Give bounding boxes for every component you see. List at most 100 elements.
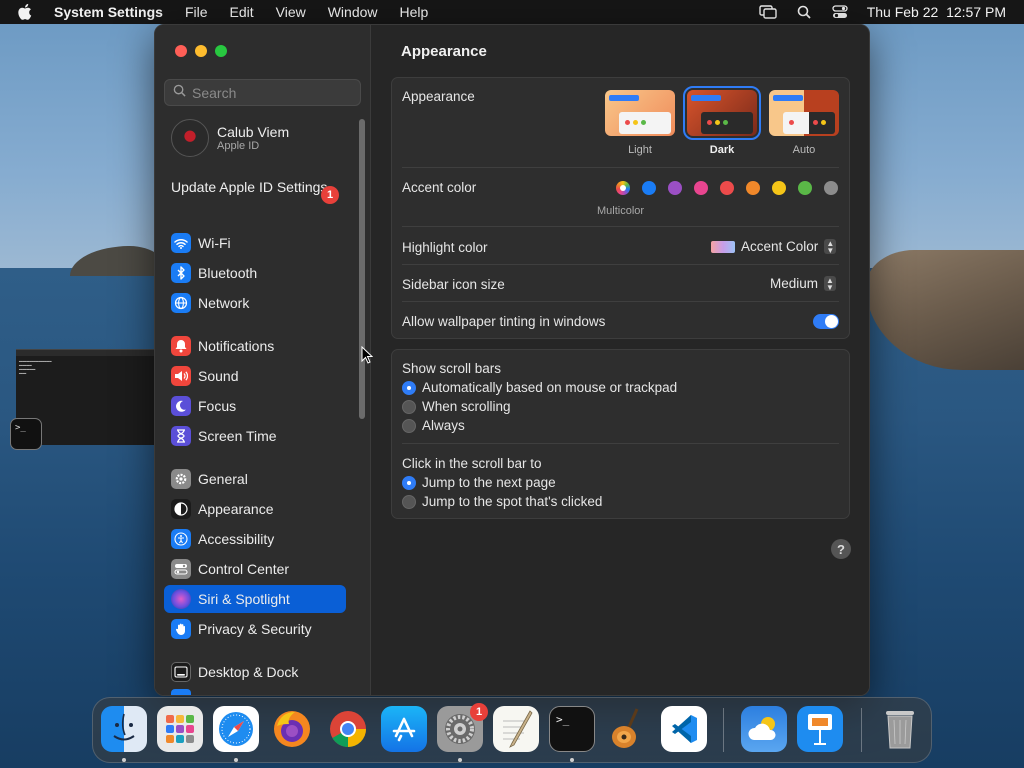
- scroll-bars-always-option[interactable]: Always: [402, 418, 465, 433]
- radio-unselected[interactable]: [402, 494, 416, 509]
- safari-icon[interactable]: [213, 706, 259, 752]
- firefox-icon[interactable]: [269, 706, 315, 752]
- menu-clock[interactable]: Thu Feb 22 12:57 PM: [867, 4, 1006, 20]
- speaker-icon: [171, 366, 191, 386]
- accent-purple-swatch[interactable]: [668, 181, 682, 195]
- garageband-icon[interactable]: [605, 706, 651, 752]
- help-button[interactable]: ?: [831, 539, 851, 559]
- radio-label: Jump to the spot that's clicked: [422, 494, 603, 509]
- radio-unselected[interactable]: [402, 418, 416, 433]
- toggles-icon: [171, 559, 191, 579]
- app-store-icon[interactable]: [381, 706, 427, 752]
- sidebar-item-siri-spotlight[interactable]: Siri & Spotlight: [164, 585, 346, 613]
- radio-selected[interactable]: [402, 380, 416, 395]
- gear-icon: [171, 469, 191, 489]
- accent-green-swatch[interactable]: [798, 181, 812, 195]
- sidebar-scrollbar[interactable]: [359, 119, 365, 419]
- appearance-auto-option[interactable]: [769, 90, 839, 136]
- sidebar-icon-size-label: Sidebar icon size: [402, 277, 505, 292]
- sidebar-item-wifi[interactable]: Wi-Fi: [164, 229, 346, 257]
- apple-menu-icon[interactable]: [18, 3, 36, 21]
- weather-icon[interactable]: [741, 706, 787, 752]
- appearance-light-caption: Light: [628, 144, 652, 156]
- menu-help[interactable]: Help: [400, 4, 429, 20]
- divider: [402, 226, 839, 227]
- sidebar-item-label: Screen Time: [198, 428, 277, 444]
- bluetooth-icon: [171, 263, 191, 283]
- appearance-label: Appearance: [402, 89, 475, 104]
- sidebar-item-privacy-security[interactable]: Privacy & Security: [164, 615, 346, 643]
- divider: [402, 443, 839, 444]
- sidebar-item-label: Siri & Spotlight: [198, 591, 290, 607]
- menu-edit[interactable]: Edit: [230, 4, 254, 20]
- terminal-text: ▂▂▂▂▂▂▂▂▂▂▂▂▂▂▂▂▂▂ ▂▂▂▂▂▂▂ ▂▂▂▂▂▂▂▂▂ ▂▂▂▂: [19, 358, 52, 374]
- hand-icon: [171, 619, 191, 639]
- update-apple-id-settings[interactable]: Update Apple ID Settings: [171, 179, 341, 195]
- launchpad-icon[interactable]: [157, 706, 203, 752]
- sidebar-item-label: General: [198, 471, 248, 487]
- menu-file[interactable]: File: [185, 4, 208, 20]
- menu-bar: System Settings File Edit View Window He…: [0, 0, 1024, 24]
- scroll-bars-auto-option[interactable]: Automatically based on mouse or trackpad: [402, 380, 677, 395]
- search-field[interactable]: [164, 79, 361, 106]
- radio-label: Always: [422, 418, 465, 433]
- bell-icon: [171, 336, 191, 356]
- jump-spot-clicked-option[interactable]: Jump to the spot that's clicked: [402, 494, 602, 509]
- terminal-minimized-icon[interactable]: >_: [10, 418, 42, 450]
- accent-blue-swatch[interactable]: [642, 181, 656, 195]
- apple-id-account[interactable]: Calub Viem Apple ID: [171, 119, 289, 157]
- appearance-light-option[interactable]: [605, 90, 675, 136]
- search-input[interactable]: [192, 84, 352, 101]
- trash-icon[interactable]: [877, 706, 923, 752]
- vscode-icon[interactable]: [661, 706, 707, 752]
- radio-label: Automatically based on mouse or trackpad: [422, 380, 678, 395]
- spotlight-search-icon[interactable]: [795, 4, 813, 20]
- sidebar-item-focus[interactable]: Focus: [164, 392, 346, 420]
- highlight-color-label: Highlight color: [402, 240, 488, 255]
- dock-separator: [723, 708, 724, 752]
- sidebar-item-notifications[interactable]: Notifications: [164, 332, 346, 360]
- radio-unselected[interactable]: [402, 399, 416, 414]
- accent-graphite-swatch[interactable]: [824, 181, 838, 195]
- textedit-icon[interactable]: [493, 706, 539, 752]
- sidebar-icon-size-popup[interactable]: Medium ▲ ▼: [770, 276, 837, 291]
- radio-label: When scrolling: [422, 399, 511, 414]
- close-window-button[interactable]: [175, 45, 187, 57]
- sidebar-item-network[interactable]: Network: [164, 289, 346, 317]
- screen-mirroring-icon[interactable]: [758, 4, 777, 20]
- chrome-icon[interactable]: [325, 706, 371, 752]
- zoom-window-button[interactable]: [215, 45, 227, 57]
- menu-app-name[interactable]: System Settings: [54, 4, 163, 20]
- sidebar-item-control-center[interactable]: Control Center: [164, 555, 346, 583]
- accent-pink-swatch[interactable]: [694, 181, 708, 195]
- terminal-icon[interactable]: >_: [549, 706, 595, 752]
- sidebar-item-general[interactable]: General: [164, 465, 346, 493]
- accent-orange-swatch[interactable]: [746, 181, 760, 195]
- sidebar-item-bluetooth[interactable]: Bluetooth: [164, 259, 346, 287]
- jump-next-page-option[interactable]: Jump to the next page: [402, 475, 556, 490]
- radio-selected[interactable]: [402, 475, 416, 490]
- sidebar-item-label: Control Center: [198, 561, 290, 577]
- minimize-window-button[interactable]: [195, 45, 207, 57]
- control-center-icon[interactable]: [831, 4, 849, 20]
- highlight-color-popup[interactable]: Accent Color ▲ ▼: [711, 239, 837, 254]
- accent-multicolor-swatch[interactable]: [616, 181, 630, 195]
- finder-icon[interactable]: [101, 706, 147, 752]
- accent-red-swatch[interactable]: [720, 181, 734, 195]
- sidebar-item-desktop-dock[interactable]: Desktop & Dock: [164, 658, 346, 686]
- scroll-bars-when-scrolling-option[interactable]: When scrolling: [402, 399, 511, 414]
- hourglass-icon: [171, 426, 191, 446]
- divider: [402, 301, 839, 302]
- wallpaper-tinting-toggle[interactable]: [813, 314, 839, 329]
- sidebar-item-appearance[interactable]: Appearance: [164, 495, 346, 523]
- sidebar-item-screen-time[interactable]: Screen Time: [164, 422, 346, 450]
- accent-yellow-swatch[interactable]: [772, 181, 786, 195]
- sidebar-item-accessibility[interactable]: Accessibility: [164, 525, 346, 553]
- keynote-icon[interactable]: [797, 706, 843, 752]
- menu-view[interactable]: View: [276, 4, 306, 20]
- sidebar-item-label: Privacy & Security: [198, 621, 312, 637]
- menu-window[interactable]: Window: [328, 4, 378, 20]
- appearance-dark-option[interactable]: [683, 86, 761, 140]
- accent-color-label: Accent color: [402, 180, 477, 195]
- sidebar-item-sound[interactable]: Sound: [164, 362, 346, 390]
